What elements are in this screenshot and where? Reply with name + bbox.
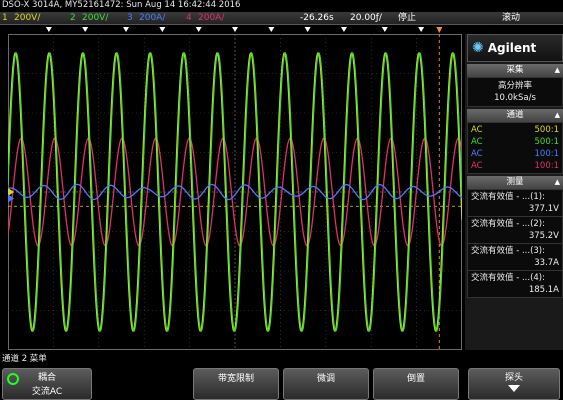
probe-softkey[interactable]: 探头 [468, 368, 560, 400]
time-marker-icon [232, 27, 238, 32]
ch2-number[interactable]: 2 [70, 12, 76, 25]
channel-coupling: AC [471, 137, 483, 147]
trigger-mode: 滚动 [502, 13, 521, 23]
measurement-item: 交流有效值 - ...(4): 185.1A [468, 271, 562, 297]
channel-probe-ratio: 500:1 [534, 125, 560, 135]
acquisition-mode: 高分辨率 [497, 81, 532, 91]
ch4-number[interactable]: 4 [186, 12, 192, 25]
channels-header-label: 通道 [506, 110, 524, 120]
channel-row: AC 100:1 [468, 148, 562, 160]
chevron-down-icon [508, 385, 520, 392]
ch2-scale[interactable]: 200V/ [82, 12, 108, 25]
acquisition-header-label: 采集 [506, 65, 524, 75]
ch4-scale[interactable]: 200A/ [198, 12, 224, 25]
side-panel: ✺ Agilent 采集 ▲ 高分辨率 10.0kSa/s 通道 ▲ AC 50… [465, 34, 563, 350]
measurements-panel: 交流有效值 - ...(1): 377.1V 交流有效值 - ...(2): 3… [467, 189, 563, 298]
time-marker-icon [195, 27, 202, 32]
channel-probe-ratio: 100:1 [534, 161, 560, 171]
channels-panel: AC 500:1 AC 500:1 AC 100:1 AC 100:1 [467, 122, 563, 174]
ch3-number[interactable]: 3 [127, 12, 133, 25]
collapse-icon: ▲ [554, 66, 560, 74]
time-marker-icon [123, 27, 130, 32]
bandwidth-limit-softkey[interactable]: 带宽限制 [193, 368, 279, 400]
sample-rate: 10.0kSa/s [494, 93, 536, 103]
time-marker-icon [82, 27, 89, 32]
run-state: 停止 [398, 13, 417, 23]
measurement-value: 377.1V [528, 204, 559, 214]
waveform-display[interactable] [8, 34, 462, 350]
time-marker-icon [304, 27, 311, 32]
channel-probe-ratio: 100:1 [534, 149, 560, 159]
channel-coupling: AC [471, 161, 483, 171]
time-marker-icon [159, 27, 166, 32]
channel-row: AC 500:1 [468, 136, 562, 148]
measurement-value: 33.7A [534, 258, 559, 268]
channel-row: AC 100:1 [468, 160, 562, 172]
time-marker-icon [340, 27, 347, 32]
softkey-bar: 耦合 交流AC 带宽限制 微调 倒置 探头 [0, 366, 563, 400]
measurement-item: 交流有效值 - ...(3): 33.7A [468, 244, 562, 271]
measurement-label: 交流有效值 - ...(4): [471, 273, 545, 283]
time-marker-icon [268, 27, 275, 32]
coupling-value: 交流AC [31, 387, 63, 397]
time-marker-row [45, 27, 443, 33]
menu-title: 通道 2 菜单 [0, 352, 563, 366]
acquisition-header[interactable]: 采集 ▲ [467, 64, 563, 77]
ch3-scale[interactable]: 200A/ [139, 12, 165, 25]
ch1-scale[interactable]: 200V/ [14, 12, 40, 25]
time-marker-icon [418, 27, 425, 32]
acquisition-panel: 高分辨率 10.0kSa/s [467, 77, 563, 107]
ch1-number[interactable]: 1 [2, 12, 8, 25]
agilent-star-icon: ✺ [472, 40, 484, 56]
measurements-header-label: 测量 [506, 177, 524, 187]
brand-name: Agilent [487, 41, 537, 55]
measurement-value: 375.2V [528, 231, 559, 241]
measurement-item: 交流有效值 - ...(2): 375.2V [468, 217, 562, 244]
collapse-icon: ▲ [554, 178, 560, 186]
invert-softkey[interactable]: 倒置 [373, 368, 459, 400]
brand-logo: ✺ Agilent [467, 34, 563, 62]
channels-header[interactable]: 通道 ▲ [467, 109, 563, 122]
channel-status-bar: 1 200V/ 2 200V/ 3 200A/ 4 200A/ -26.26s … [0, 12, 563, 25]
probe-label: 探头 [504, 373, 523, 383]
channel-probe-ratio: 500:1 [534, 137, 560, 147]
coupling-softkey[interactable]: 耦合 交流AC [2, 368, 92, 400]
time-marker-icon [381, 27, 388, 32]
delay-readout[interactable]: -26.26s [300, 12, 334, 25]
bandwidth-limit-label: 带宽限制 [217, 374, 254, 384]
fine-softkey[interactable]: 微调 [283, 368, 369, 400]
waveform-graticule [8, 34, 462, 350]
collapse-icon: ▲ [554, 111, 560, 119]
measurement-label: 交流有效值 - ...(3): [471, 246, 545, 256]
channel-coupling: AC [471, 149, 483, 159]
measurements-header[interactable]: 测量 ▲ [467, 176, 563, 189]
invert-label: 倒置 [406, 374, 425, 384]
timebase-readout[interactable]: 20.00ƒ/ [350, 12, 382, 25]
channel-coupling: AC [471, 125, 483, 135]
channel-row: AC 500:1 [468, 124, 562, 136]
fine-label: 微调 [316, 374, 335, 384]
rotary-knob-icon [7, 373, 19, 385]
measurement-label: 交流有效值 - ...(2): [471, 219, 545, 229]
measurement-value: 185.1A [528, 285, 559, 295]
measurement-label: 交流有效值 - ...(1): [471, 192, 545, 202]
time-marker-icon [45, 27, 52, 32]
window-title: DSO-X 3014A, MY52161472: Sun Aug 14 16:4… [0, 0, 563, 11]
trigger-position-icon [436, 27, 443, 33]
measurement-item: 交流有效值 - ...(1): 377.1V [468, 190, 562, 217]
